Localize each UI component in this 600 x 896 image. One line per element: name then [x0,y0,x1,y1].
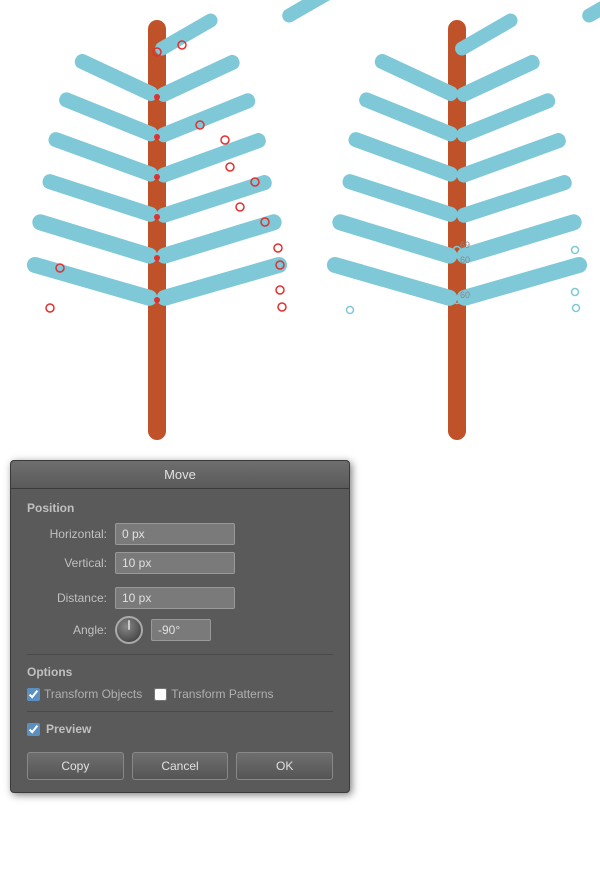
ok-button[interactable]: OK [236,752,333,780]
copy-button[interactable]: Copy [27,752,124,780]
separator-2 [27,711,333,712]
distance-label: Distance: [27,591,107,605]
svg-text:60: 60 [460,255,470,265]
position-section-label: Position [27,501,333,515]
transform-patterns-item: Transform Patterns [154,687,273,701]
separator-1 [27,654,333,655]
distance-row: Distance: [27,587,333,609]
vertical-input[interactable] [115,552,235,574]
angle-row: Angle: [27,616,333,644]
tree-illustration: 69 60 60 [0,0,600,460]
distance-input[interactable] [115,587,235,609]
angle-dial[interactable] [115,616,143,644]
options-section: Options Transform Objects Transform Patt… [27,665,333,701]
angle-label: Angle: [27,623,107,637]
preview-row: Preview [27,722,333,736]
angle-input[interactable] [151,619,211,641]
preview-label: Preview [46,722,91,736]
vertical-row: Vertical: [27,552,333,574]
transform-patterns-checkbox[interactable] [154,688,167,701]
options-checkboxes: Transform Objects Transform Patterns [27,687,333,701]
transform-patterns-label: Transform Patterns [171,687,273,701]
move-dialog: Move Position Horizontal: Vertical: Dist… [10,460,350,793]
dialog-title: Move [11,461,349,489]
horizontal-input[interactable] [115,523,235,545]
horizontal-label: Horizontal: [27,527,107,541]
transform-objects-checkbox[interactable] [27,688,40,701]
svg-text:60: 60 [460,290,470,300]
preview-checkbox[interactable] [27,723,40,736]
svg-text:69: 69 [460,240,470,250]
vertical-label: Vertical: [27,556,107,570]
canvas-area: 69 60 60 [0,0,600,460]
button-row: Copy Cancel OK [27,748,333,780]
transform-objects-label: Transform Objects [44,687,142,701]
transform-objects-item: Transform Objects [27,687,142,701]
cancel-button[interactable]: Cancel [132,752,229,780]
options-label: Options [27,665,333,679]
horizontal-row: Horizontal: [27,523,333,545]
